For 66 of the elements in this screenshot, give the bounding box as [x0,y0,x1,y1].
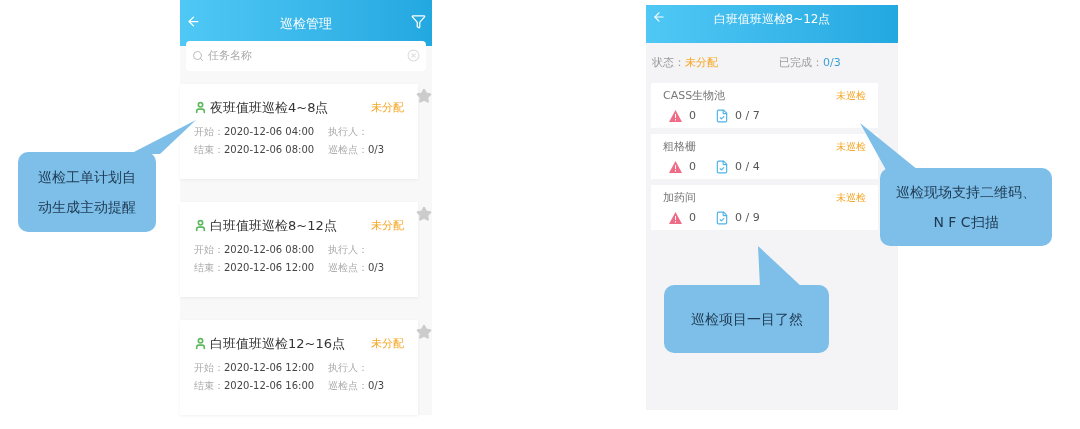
item-status: 未巡检 [836,89,866,103]
item-status: 未巡检 [836,140,866,154]
item-name: 粗格栅 [663,139,696,155]
end-time: 2020-12-06 16:00 [224,378,316,393]
start-time: 2020-12-06 12:00 [224,360,316,375]
task-title: 白班值班巡检12~16点 [210,335,345,353]
points-label: 巡检点： [328,142,368,157]
status-value: 未分配 [685,54,719,71]
search-placeholder: 任务名称 [208,47,253,64]
warning-icon [669,211,682,224]
task-card[interactable]: 白班值班巡检8~12点 未分配 开始：2020-12-06 08:00 执行人： 结束：2020-12-06 12:00 巡检点：0/3 [180,202,418,297]
back-icon[interactable] [186,14,201,29]
points-label: 巡检点： [328,378,368,393]
checklist-icon [715,108,729,123]
warning-icon [669,160,682,173]
end-time: 2020-12-06 08:00 [224,142,316,157]
points-count: 0/3 [368,378,385,393]
status-label: 状态： [652,54,685,71]
clear-icon[interactable] [407,49,420,63]
filter-icon[interactable] [411,14,426,29]
screen-title: 巡检管理 [280,15,332,33]
item-name: CASS生物池 [663,88,726,104]
task-card[interactable]: 夜班值班巡检4~8点 未分配 开始：2020-12-06 04:00 执行人： 结束：2020-12-06 08:00 巡检点：0/3 [180,84,418,179]
person-icon [194,101,207,115]
points-count: 0/3 [368,142,385,157]
item-name: 加药间 [663,190,696,206]
done-label: 已完成： [779,54,823,71]
star-icon[interactable] [416,206,432,222]
end-label: 结束： [194,142,224,157]
checklist-icon [715,210,729,225]
start-time: 2020-12-06 04:00 [224,124,316,139]
screen-title: 白班值班巡检8~12点 [712,11,832,28]
task-title: 夜班值班巡检4~8点 [210,99,329,117]
points-label: 巡检点： [328,260,368,275]
item-status: 未巡检 [836,191,866,205]
person-icon [194,337,207,351]
star-icon[interactable] [416,324,432,340]
executor-label: 执行人： [328,124,368,139]
checklist-icon [715,159,729,174]
task-status: 未分配 [371,217,404,234]
executor-label: 执行人： [328,360,368,375]
alarm-count: 0 [689,158,697,175]
alarm-count: 0 [689,107,697,124]
person-icon [194,219,207,233]
warning-icon [669,109,682,122]
back-icon[interactable] [652,10,666,24]
callout-bubble: 巡检现场支持二维码、 N F C扫描 [880,168,1052,246]
end-time: 2020-12-06 12:00 [224,260,316,275]
end-label: 结束： [194,260,224,275]
star-icon[interactable] [416,88,432,104]
task-status: 未分配 [371,335,404,352]
task-title: 白班值班巡检8~12点 [210,217,337,235]
callout-bubble: 巡检工单计划自 动生成主动提醒 [18,152,156,232]
start-label: 开始： [194,242,224,257]
start-label: 开始： [194,124,224,139]
start-label: 开始： [194,360,224,375]
search-icon [192,49,204,62]
task-card[interactable]: 白班值班巡检12~16点 未分配 开始：2020-12-06 12:00 执行人： 结束：2020-12-06 16:00 巡检点：0/3 [180,320,418,415]
alarm-count: 0 [689,209,697,226]
callout-pointer [758,246,802,287]
end-label: 结束： [194,378,224,393]
points-count: 0/3 [368,260,385,275]
done-value: 0/3 [823,54,841,71]
executor-label: 执行人： [328,242,368,257]
start-time: 2020-12-06 08:00 [224,242,316,257]
task-status: 未分配 [371,99,404,116]
